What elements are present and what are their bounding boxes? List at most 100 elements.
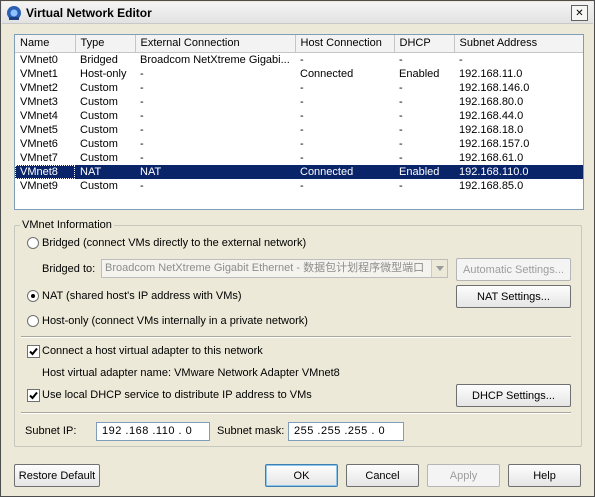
table-row[interactable]: VMnet2 Custom - - - 192.168.146.0 <box>15 81 583 95</box>
table-cell: - <box>459 53 463 66</box>
table-cell: VMnet7 <box>20 151 58 164</box>
table-row[interactable]: VMnet6 Custom - - - 192.168.157.0 <box>15 137 583 151</box>
table-row[interactable]: VMnet3 Custom - - - 192.168.80.0 <box>15 95 583 109</box>
table-cell: VMnet1 <box>20 67 58 80</box>
restore-default-button[interactable]: Restore Default <box>14 464 100 487</box>
table-cell: - <box>399 151 403 164</box>
table-cell: Bridged <box>80 53 118 66</box>
table-cell: - <box>140 67 144 80</box>
table-cell: VMnet8 <box>15 164 75 179</box>
hostonly-label[interactable]: Host-only (connect VMs internally in a p… <box>42 315 308 327</box>
table-row[interactable]: VMnet8 NAT NAT Connected Enabled 192.168.110.… <box>15 164 583 179</box>
table-cell: - <box>300 53 304 66</box>
column-header[interactable]: Type <box>75 35 136 53</box>
table-cell: VMnet0 <box>20 53 58 66</box>
table-cell: 192.168.85.0 <box>459 179 524 192</box>
table-cell: - <box>140 95 144 108</box>
table-row[interactable]: VMnet7 Custom - - - 192.168.61.0 <box>15 151 583 165</box>
table-row[interactable]: VMnet5 Custom - - - 192.168.18.0 <box>15 123 583 137</box>
column-header[interactable]: Name <box>15 35 76 53</box>
nat-settings-button[interactable]: NAT Settings... <box>456 285 571 308</box>
apply-label: Apply <box>449 469 478 482</box>
table-cell: NAT <box>135 164 295 179</box>
close-button[interactable]: ✕ <box>571 5 588 21</box>
network-list[interactable]: Name Type External Connection Host Connecti… <box>14 34 584 210</box>
column-header[interactable]: Subnet Address <box>454 35 583 53</box>
table-cell: - <box>140 179 144 192</box>
table-cell: VMnet4 <box>20 109 58 122</box>
table-cell: Connected <box>295 164 394 179</box>
table-cell: Custom <box>80 81 118 94</box>
table-cell: - <box>140 137 144 150</box>
bridged-label[interactable]: Bridged (connect VMs directly to the ext… <box>42 237 306 249</box>
table-cell: Custom <box>80 95 118 108</box>
nat-settings-label: NAT Settings... <box>477 290 550 303</box>
title-bar[interactable]: Virtual Network Editor ✕ <box>2 2 593 24</box>
table-cell: - <box>300 179 304 192</box>
table-cell: NAT <box>75 164 135 179</box>
table-cell: 192.168.110.0 <box>454 164 583 179</box>
table-cell: - <box>399 81 403 94</box>
table-cell: - <box>300 95 304 108</box>
table-cell: Custom <box>80 123 118 136</box>
ok-label: OK <box>293 469 310 482</box>
column-header[interactable]: Host Connection <box>295 35 395 53</box>
table-cell: VMnet2 <box>20 81 58 94</box>
cancel-button[interactable]: Cancel <box>346 464 419 487</box>
bridged-to-label: Bridged to: <box>42 263 96 275</box>
nat-radio[interactable] <box>27 290 39 302</box>
dhcp-settings-label: DHCP Settings... <box>472 389 555 402</box>
adapter-name-label: Host virtual adapter name: VMware Networ… <box>42 367 340 379</box>
table-row[interactable]: VMnet1 Host-only - Connected Enabled 192.168.… <box>15 67 583 81</box>
table-cell: Custom <box>80 179 118 192</box>
chevron-down-icon[interactable] <box>431 260 447 277</box>
checkmark-icon <box>29 391 38 400</box>
table-cell: 192.168.18.0 <box>459 123 524 136</box>
ok-button[interactable]: OK <box>265 464 338 487</box>
column-header[interactable]: DHCP <box>394 35 455 53</box>
bridged-to-select[interactable]: Broadcom NetXtreme Gigabit Ethernet - 数据… <box>101 259 448 278</box>
table-cell: 192.168.11.0 <box>459 67 523 80</box>
table-cell: 192.168.157.0 <box>459 137 530 150</box>
table-cell: - <box>399 53 403 66</box>
automatic-settings-label: Automatic Settings... <box>463 263 564 276</box>
vmnet-information-label: VMnet Information <box>20 219 114 231</box>
table-cell: 192.168.80.0 <box>459 95 524 108</box>
hostonly-radio[interactable] <box>27 315 39 327</box>
table-cell: - <box>399 179 403 192</box>
subnet-ip-label: Subnet IP: <box>25 425 77 437</box>
table-cell: - <box>140 81 144 94</box>
subnet-mask-value: 255 .255 .255 . 0 <box>294 425 386 437</box>
restore-default-label: Restore Default <box>18 469 96 482</box>
automatic-settings-button[interactable]: Automatic Settings... <box>456 258 571 281</box>
table-row[interactable]: VMnet0 Bridged Broadcom NetXtreme Gigabi..… <box>15 52 583 67</box>
table-cell: - <box>399 95 403 108</box>
connect-adapter-label[interactable]: Connect a host virtual adapter to this n… <box>42 345 263 357</box>
dhcp-label[interactable]: Use local DHCP service to distribute IP … <box>42 389 312 401</box>
table-row[interactable]: VMnet4 Custom - - - 192.168.44.0 <box>15 109 583 123</box>
nat-label[interactable]: NAT (shared host's IP address with VMs) <box>42 290 242 302</box>
table-cell: Connected <box>300 67 354 80</box>
table-cell: Enabled <box>399 67 440 80</box>
bridged-radio[interactable] <box>27 237 39 249</box>
table-cell: 192.168.61.0 <box>459 151 524 164</box>
table-cell: - <box>140 109 144 122</box>
table-cell: Custom <box>80 137 118 150</box>
table-row[interactable]: VMnet9 Custom - - - 192.168.85.0 <box>15 179 583 193</box>
help-button[interactable]: Help <box>508 464 581 487</box>
table-cell: VMnet6 <box>20 137 58 150</box>
apply-button[interactable]: Apply <box>427 464 500 487</box>
connect-adapter-checkbox[interactable] <box>27 345 40 358</box>
separator-2 <box>21 412 571 414</box>
subnet-ip-input[interactable]: 192 .168 .110 . 0 <box>96 422 210 441</box>
subnet-mask-input[interactable]: 255 .255 .255 . 0 <box>288 422 404 441</box>
dhcp-checkbox[interactable] <box>27 389 40 402</box>
table-cell: - <box>300 81 304 94</box>
table-cell: - <box>399 137 403 150</box>
dhcp-settings-button[interactable]: DHCP Settings... <box>456 384 571 407</box>
table-cell: 192.168.44.0 <box>459 109 524 122</box>
column-header[interactable]: External Connection <box>135 35 296 53</box>
table-cell: - <box>300 109 304 122</box>
table-cell: VMnet3 <box>20 95 58 108</box>
window-title: Virtual Network Editor <box>26 6 152 20</box>
